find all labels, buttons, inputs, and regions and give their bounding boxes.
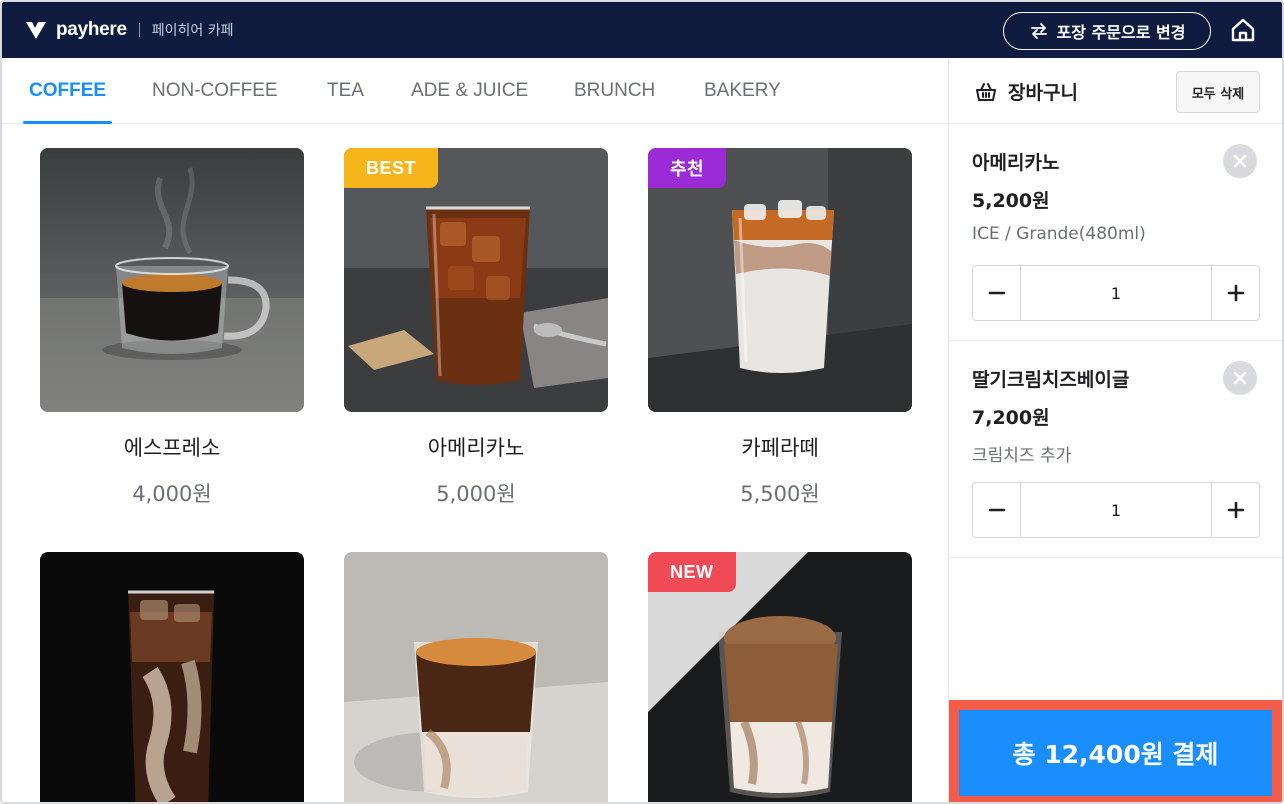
cart-title: 장바구니 <box>974 78 1078 105</box>
menu-price: 5,000원 <box>436 482 516 506</box>
menu-card-5[interactable] <box>344 552 608 802</box>
decrease-quantity-button[interactable] <box>973 266 1021 320</box>
cart-item: 아메리카노 5,200원 ICE / Grande(480ml) 1 <box>949 124 1282 341</box>
menu-image <box>40 552 304 802</box>
quantity-stepper: 1 <box>972 482 1260 538</box>
brand-name: payhere <box>56 19 127 40</box>
cart-item-price: 7,200원 <box>972 407 1050 429</box>
clear-all-button[interactable]: 모두 삭제 <box>1176 71 1260 113</box>
tab-tea[interactable]: TEA <box>327 58 364 124</box>
cart-item-name: 딸기크림치즈베이글 <box>972 369 1130 391</box>
menu-image: NEW <box>648 552 912 802</box>
takeout-toggle-button[interactable]: 포장 주문으로 변경 <box>1003 12 1211 50</box>
tab-brunch[interactable]: BRUNCH <box>574 58 655 124</box>
brand-divider <box>138 23 140 37</box>
badge-best: BEST <box>344 148 439 188</box>
takeout-label: 포장 주문으로 변경 <box>1056 23 1186 42</box>
badge-new: NEW <box>648 552 736 592</box>
cart-title-label: 장바구니 <box>1008 82 1078 104</box>
cortado-photo <box>344 552 608 802</box>
increase-quantity-button[interactable] <box>1211 266 1259 320</box>
menu-name: 아메리카노 <box>427 436 525 460</box>
store-name: 페이히어 카페 <box>151 23 234 39</box>
remove-item-button[interactable] <box>1223 361 1257 395</box>
cart-item: 딸기크림치즈베이글 7,200원 크림치즈 추가 1 <box>949 341 1282 558</box>
minus-icon <box>988 291 1005 295</box>
quantity-value: 1 <box>1110 500 1122 520</box>
minus-icon <box>988 508 1005 512</box>
swap-arrows-icon <box>1030 23 1047 39</box>
basket-icon <box>976 82 996 101</box>
plus-icon <box>1227 501 1244 519</box>
home-icon <box>1231 18 1255 42</box>
tab-coffee[interactable]: COFFEE <box>22 58 113 124</box>
pay-button[interactable]: 총 12,400원 결제 <box>959 710 1272 796</box>
menu-card-americano[interactable]: BEST 아메리카노 5,000원 <box>344 148 608 508</box>
quantity-stepper: 1 <box>972 265 1260 321</box>
brand-logo: payhere 페이히어 카페 <box>24 16 234 44</box>
tab-ade-juice[interactable]: ADE & JUICE <box>411 58 528 124</box>
badge-recommended: 추천 <box>648 148 727 188</box>
home-button[interactable] <box>1227 14 1259 46</box>
menu-card-4[interactable] <box>40 552 304 802</box>
category-tabs: COFFEE NON-COFFEE TEA ADE & JUICE BRUNCH… <box>2 58 948 124</box>
plus-icon <box>1227 284 1244 302</box>
app-frame: payhere 페이히어 카페 포장 주문으로 변경 COFFEE NON-CO… <box>0 0 1284 804</box>
cart-item-name: 아메리카노 <box>972 152 1060 174</box>
cart-item-option: 크림치즈 추가 <box>972 446 1072 466</box>
quantity-value: 1 <box>1110 283 1122 303</box>
pay-button-highlight: 총 12,400원 결제 <box>949 700 1282 802</box>
tab-non-coffee[interactable]: NON-COFFEE <box>152 58 278 124</box>
tab-bakery[interactable]: BAKERY <box>704 58 781 124</box>
espresso-photo <box>40 148 304 412</box>
top-header: payhere 페이히어 카페 포장 주문으로 변경 <box>2 2 1282 58</box>
menu-name: 카페라떼 <box>741 436 819 460</box>
menu-image <box>344 552 608 802</box>
menu-image: BEST <box>344 148 608 412</box>
menu-grid: 에스프레소 4,000원 BEST 아메리카노 5,000원 추천 카페라떼 5… <box>2 124 948 802</box>
menu-price: 5,500원 <box>740 482 820 506</box>
menu-name: 에스프레소 <box>123 436 221 460</box>
decrease-quantity-button[interactable] <box>973 483 1021 537</box>
close-icon <box>1233 371 1247 385</box>
payhere-logo-icon <box>26 22 46 39</box>
cart-header: 장바구니 모두 삭제 <box>949 58 1282 124</box>
menu-price: 4,000원 <box>132 482 212 506</box>
close-icon <box>1233 154 1247 168</box>
cart-panel: 장바구니 모두 삭제 아메리카노 5,200원 ICE / Grande(480… <box>949 58 1282 802</box>
menu-image: 추천 <box>648 148 912 412</box>
menu-card-espresso[interactable]: 에스프레소 4,000원 <box>40 148 304 508</box>
cart-item-price: 5,200원 <box>972 190 1050 212</box>
menu-image <box>40 148 304 412</box>
iced-latte-tall-photo <box>40 552 304 802</box>
menu-card-cafe-latte[interactable]: 추천 카페라떼 5,500원 <box>648 148 912 508</box>
increase-quantity-button[interactable] <box>1211 483 1259 537</box>
cart-item-option: ICE / Grande(480ml) <box>972 224 1146 244</box>
menu-card-6[interactable]: NEW <box>648 552 912 802</box>
remove-item-button[interactable] <box>1223 144 1257 178</box>
